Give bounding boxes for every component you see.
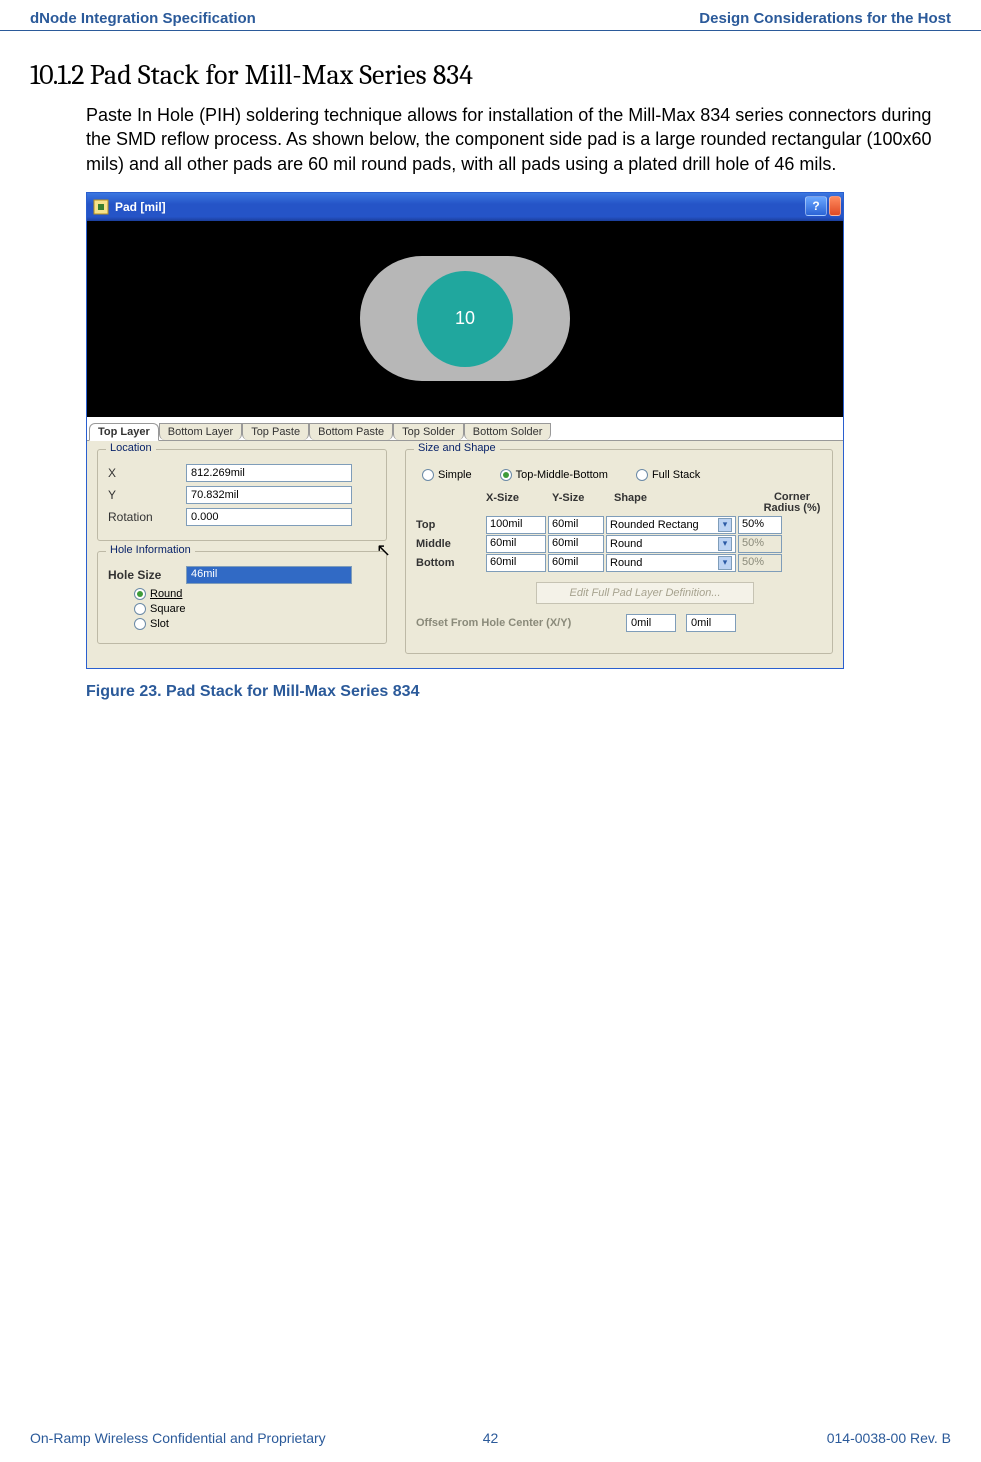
tab-top-layer[interactable]: Top Layer <box>89 423 159 441</box>
hole-size-label: Hole Size <box>108 568 178 582</box>
mode-simple-radio[interactable]: Simple <box>422 469 472 481</box>
window-buttons: ? <box>805 196 841 216</box>
middle-xsize[interactable]: 60mil <box>486 535 546 553</box>
tab-top-paste[interactable]: Top Paste <box>242 423 309 440</box>
row-bottom-label: Bottom <box>416 557 486 569</box>
hole-opt-round: Round <box>150 588 182 600</box>
hole-square-radio[interactable]: Square <box>134 603 376 615</box>
col-shape: Shape <box>614 492 762 515</box>
properties-panel: Location X Y Rotation Hole Inf <box>87 441 843 668</box>
mode-fullstack: Full Stack <box>652 469 700 481</box>
pad-shape-graphic: 10 <box>360 256 570 381</box>
bottom-ysize[interactable]: 60mil <box>548 554 604 572</box>
top-ysize[interactable]: 60mil <box>548 516 604 534</box>
section-heading: 10.1.2 Pad Stack for Mill-Max Series 834 <box>30 59 981 91</box>
mode-simple: Simple <box>438 469 472 481</box>
pad-dialog: Pad [mil] ? 10 Top Layer Bottom Layer To… <box>86 192 844 669</box>
top-corner[interactable]: 50% <box>738 516 782 534</box>
pad-hole-graphic: 10 <box>417 271 513 367</box>
figure-caption: Figure 23. Pad Stack for Mill-Max Series… <box>86 683 981 701</box>
x-input[interactable] <box>186 464 352 482</box>
section-number: 10.1.2 <box>30 59 84 91</box>
tab-top-solder[interactable]: Top Solder <box>393 423 464 440</box>
header-right: Design Considerations for the Host <box>699 10 951 27</box>
page-header: dNode Integration Specification Design C… <box>0 0 981 31</box>
radio-icon <box>422 469 434 481</box>
tab-bottom-layer[interactable]: Bottom Layer <box>159 423 242 440</box>
middle-corner: 50% <box>738 535 782 553</box>
mode-tmb: Top-Middle-Bottom <box>516 469 608 481</box>
titlebar[interactable]: Pad [mil] ? <box>87 193 843 221</box>
row-top-label: Top <box>416 519 486 531</box>
grid-headers: X-Size Y-Size Shape Corner Radius (%) <box>486 492 822 515</box>
rotation-input[interactable] <box>186 508 352 526</box>
edit-full-pad-button: Edit Full Pad Layer Definition... <box>536 582 754 604</box>
col-corner: Corner Radius (%) <box>762 492 822 515</box>
bottom-corner: 50% <box>738 554 782 572</box>
hole-group: Hole Information Hole Size 46mil Round S… <box>97 551 387 644</box>
location-legend: Location <box>106 442 156 454</box>
hole-slot-radio[interactable]: Slot <box>134 618 376 630</box>
row-top: Top 100mil 60mil Rounded Rectang▾ 50% <box>416 516 822 534</box>
bottom-xsize[interactable]: 60mil <box>486 554 546 572</box>
layer-tabs: Top Layer Bottom Layer Top Paste Bottom … <box>87 417 843 441</box>
radio-icon <box>500 469 512 481</box>
top-shape[interactable]: Rounded Rectang▾ <box>606 516 736 534</box>
hole-opt-slot: Slot <box>150 618 169 630</box>
body-paragraph: Paste In Hole (PIH) soldering technique … <box>86 103 946 176</box>
offset-x-input[interactable] <box>626 614 676 632</box>
rotation-label: Rotation <box>108 510 178 524</box>
radio-icon <box>134 618 146 630</box>
mode-tmb-radio[interactable]: Top-Middle-Bottom <box>500 469 608 481</box>
col-ysize: Y-Size <box>552 492 614 515</box>
offset-row: Offset From Hole Center (X/Y) <box>416 614 822 632</box>
chevron-down-icon[interactable]: ▾ <box>718 518 732 532</box>
middle-shape[interactable]: Round▾ <box>606 535 736 553</box>
tab-bottom-paste[interactable]: Bottom Paste <box>309 423 393 440</box>
radio-icon <box>134 603 146 615</box>
radio-icon <box>134 588 146 600</box>
section-title: Pad Stack for Mill-Max Series 834 <box>90 59 473 91</box>
x-label: X <box>108 466 178 480</box>
chevron-down-icon[interactable]: ▾ <box>718 537 732 551</box>
radio-icon <box>636 469 648 481</box>
hole-opt-square: Square <box>150 603 185 615</box>
row-bottom: Bottom 60mil 60mil Round▾ 50% <box>416 554 822 572</box>
top-xsize[interactable]: 100mil <box>486 516 546 534</box>
pad-preview: 10 <box>87 221 843 417</box>
page-footer: On-Ramp Wireless Confidential and Propri… <box>0 1430 981 1446</box>
help-button[interactable]: ? <box>805 196 827 216</box>
dialog-title: Pad [mil] <box>115 200 166 214</box>
pad-icon <box>93 199 109 215</box>
middle-ysize[interactable]: 60mil <box>548 535 604 553</box>
hole-legend: Hole Information <box>106 544 195 556</box>
row-middle-label: Middle <box>416 538 486 550</box>
y-input[interactable] <box>186 486 352 504</box>
cursor-icon: ↖ <box>376 540 391 561</box>
row-middle: Middle 60mil 60mil Round▾ 50% <box>416 535 822 553</box>
size-shape-group: Size and Shape Simple Top-Middle-Bottom <box>405 449 833 654</box>
footer-page-number: 42 <box>0 1430 981 1446</box>
offset-label: Offset From Hole Center (X/Y) <box>416 617 616 629</box>
y-label: Y <box>108 488 178 502</box>
chevron-down-icon[interactable]: ▾ <box>718 556 732 570</box>
hole-size-input[interactable]: 46mil <box>186 566 352 584</box>
bottom-shape[interactable]: Round▾ <box>606 554 736 572</box>
size-shape-legend: Size and Shape <box>414 442 500 454</box>
mode-fullstack-radio[interactable]: Full Stack <box>636 469 700 481</box>
close-button[interactable] <box>829 196 841 216</box>
offset-y-input[interactable] <box>686 614 736 632</box>
tab-bottom-solder[interactable]: Bottom Solder <box>464 423 552 440</box>
header-left: dNode Integration Specification <box>30 10 256 27</box>
figure-container: Pad [mil] ? 10 Top Layer Bottom Layer To… <box>86 192 981 669</box>
location-group: Location X Y Rotation <box>97 449 387 541</box>
pad-designator: 10 <box>455 308 475 329</box>
col-xsize: X-Size <box>486 492 552 515</box>
hole-round-radio[interactable]: Round <box>134 588 376 600</box>
